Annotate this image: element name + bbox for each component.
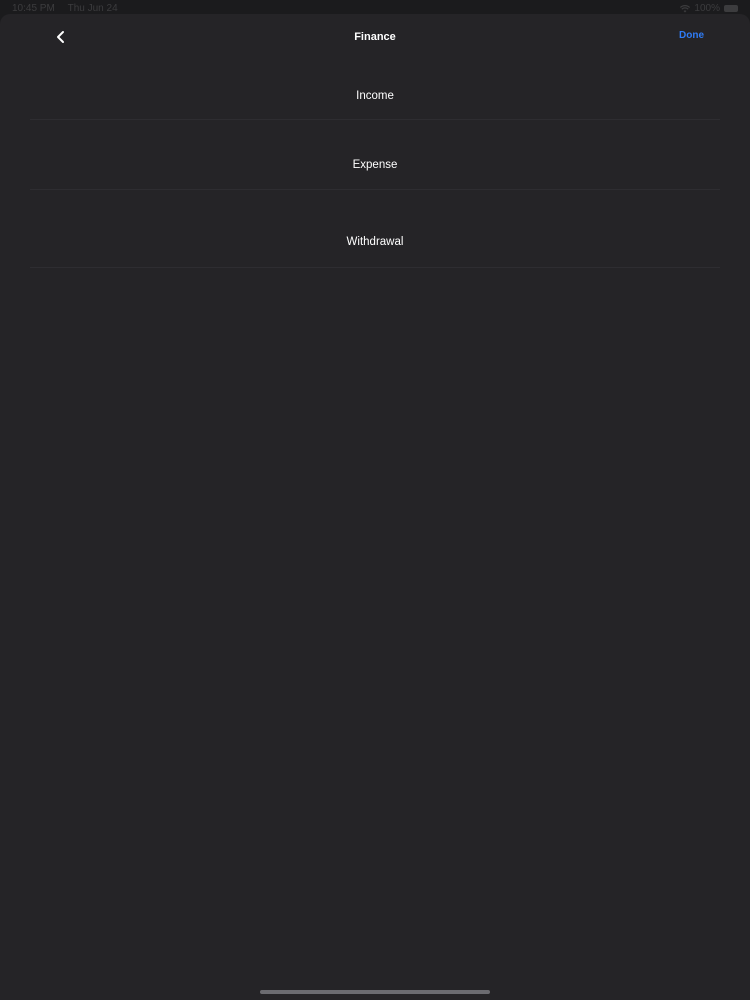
list-item-label: Income (356, 90, 394, 102)
done-button[interactable]: Done (679, 30, 704, 41)
wifi-icon (680, 4, 691, 12)
list-item-label: Withdrawal (346, 236, 404, 248)
battery-percent: 100% (694, 3, 720, 14)
status-date: Thu Jun 24 (67, 3, 118, 14)
list-item-expense[interactable]: Expense (0, 120, 750, 190)
list-item-income[interactable]: Income (0, 60, 750, 120)
list-item-label: Expense (352, 159, 398, 171)
divider (30, 267, 720, 268)
status-time: 10:45 PM (12, 3, 55, 14)
navigation-bar: Finance Done (0, 14, 750, 60)
battery-icon (724, 5, 738, 12)
page-title: Finance (354, 31, 396, 43)
list-item-withdrawal[interactable]: Withdrawal (0, 190, 750, 268)
home-indicator[interactable] (260, 990, 490, 994)
finance-sheet: Finance Done Income Expense Withdrawal (0, 14, 750, 1000)
finance-list: Income Expense Withdrawal (0, 60, 750, 268)
